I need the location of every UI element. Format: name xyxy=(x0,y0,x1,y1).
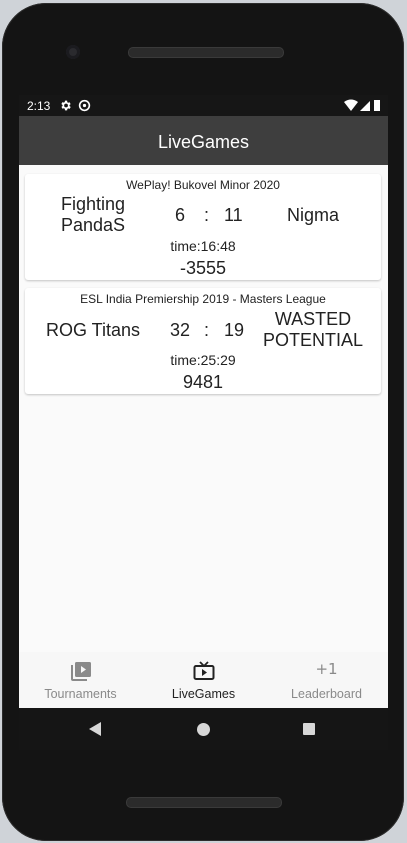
team-right-name: WASTED POTENTIAL xyxy=(262,309,364,350)
score-right: 11 xyxy=(224,205,243,225)
game-time: time:16:48 xyxy=(170,238,236,254)
game-card[interactable]: ESL India Premiership 2019 - Masters Lea… xyxy=(25,288,381,394)
bottom-navigation: Tournaments LiveGames +1 Leaderboard xyxy=(19,652,388,708)
nav-tournaments[interactable]: Tournaments xyxy=(19,652,142,708)
game-time: time:25:29 xyxy=(170,352,236,368)
home-icon[interactable] xyxy=(197,723,210,736)
nav-tournaments-label: Tournaments xyxy=(44,687,117,701)
tournament-name: ESL India Premiership 2019 - Masters Lea… xyxy=(80,292,326,306)
front-camera xyxy=(66,45,80,59)
nav-leaderboard-label: Leaderboard xyxy=(291,687,362,701)
live-games-list: WePlay! Bukovel Minor 2020 Fighting Pand… xyxy=(25,174,381,402)
bottom-speaker xyxy=(126,797,282,808)
wifi-signal-battery-icons xyxy=(344,99,380,111)
tournament-name: WePlay! Bukovel Minor 2020 xyxy=(126,178,280,192)
net-worth-lead: 9481 xyxy=(182,372,224,392)
score-separator: : xyxy=(204,320,210,340)
system-navigation-bar xyxy=(19,708,388,750)
video-library-icon xyxy=(70,662,91,681)
net-worth-lead: -3555 xyxy=(179,258,227,278)
sync-icon xyxy=(78,99,91,112)
back-icon[interactable] xyxy=(89,722,101,736)
game-card[interactable]: WePlay! Bukovel Minor 2020 Fighting Pand… xyxy=(25,174,381,280)
recents-icon[interactable] xyxy=(303,723,315,735)
score-left: 32 xyxy=(170,320,191,340)
settings-gear-icon xyxy=(61,100,71,111)
team-left-name: Fighting PandaS xyxy=(60,194,126,235)
team-left-name: ROG Titans xyxy=(45,320,141,340)
status-bar: 2:13 xyxy=(19,95,388,116)
nav-livegames[interactable]: LiveGames xyxy=(142,652,265,708)
app-title: LiveGames xyxy=(157,132,250,152)
nav-livegames-label: LiveGames xyxy=(171,687,236,701)
app-bar: LiveGames xyxy=(19,116,388,165)
score-left: 6 xyxy=(175,205,186,225)
earpiece-speaker xyxy=(128,47,284,58)
team-right-name: Nigma xyxy=(286,205,339,225)
score-separator: : xyxy=(204,205,210,225)
screen: 2:13 LiveGames WePlay! Bukovel Minor 202… xyxy=(19,95,388,708)
live-tv-icon xyxy=(193,661,214,680)
plus-one-icon: +1 xyxy=(315,660,338,678)
nav-leaderboard[interactable]: +1 Leaderboard xyxy=(265,652,388,708)
status-time: 2:13 xyxy=(27,99,51,113)
score-right: 19 xyxy=(224,320,245,340)
